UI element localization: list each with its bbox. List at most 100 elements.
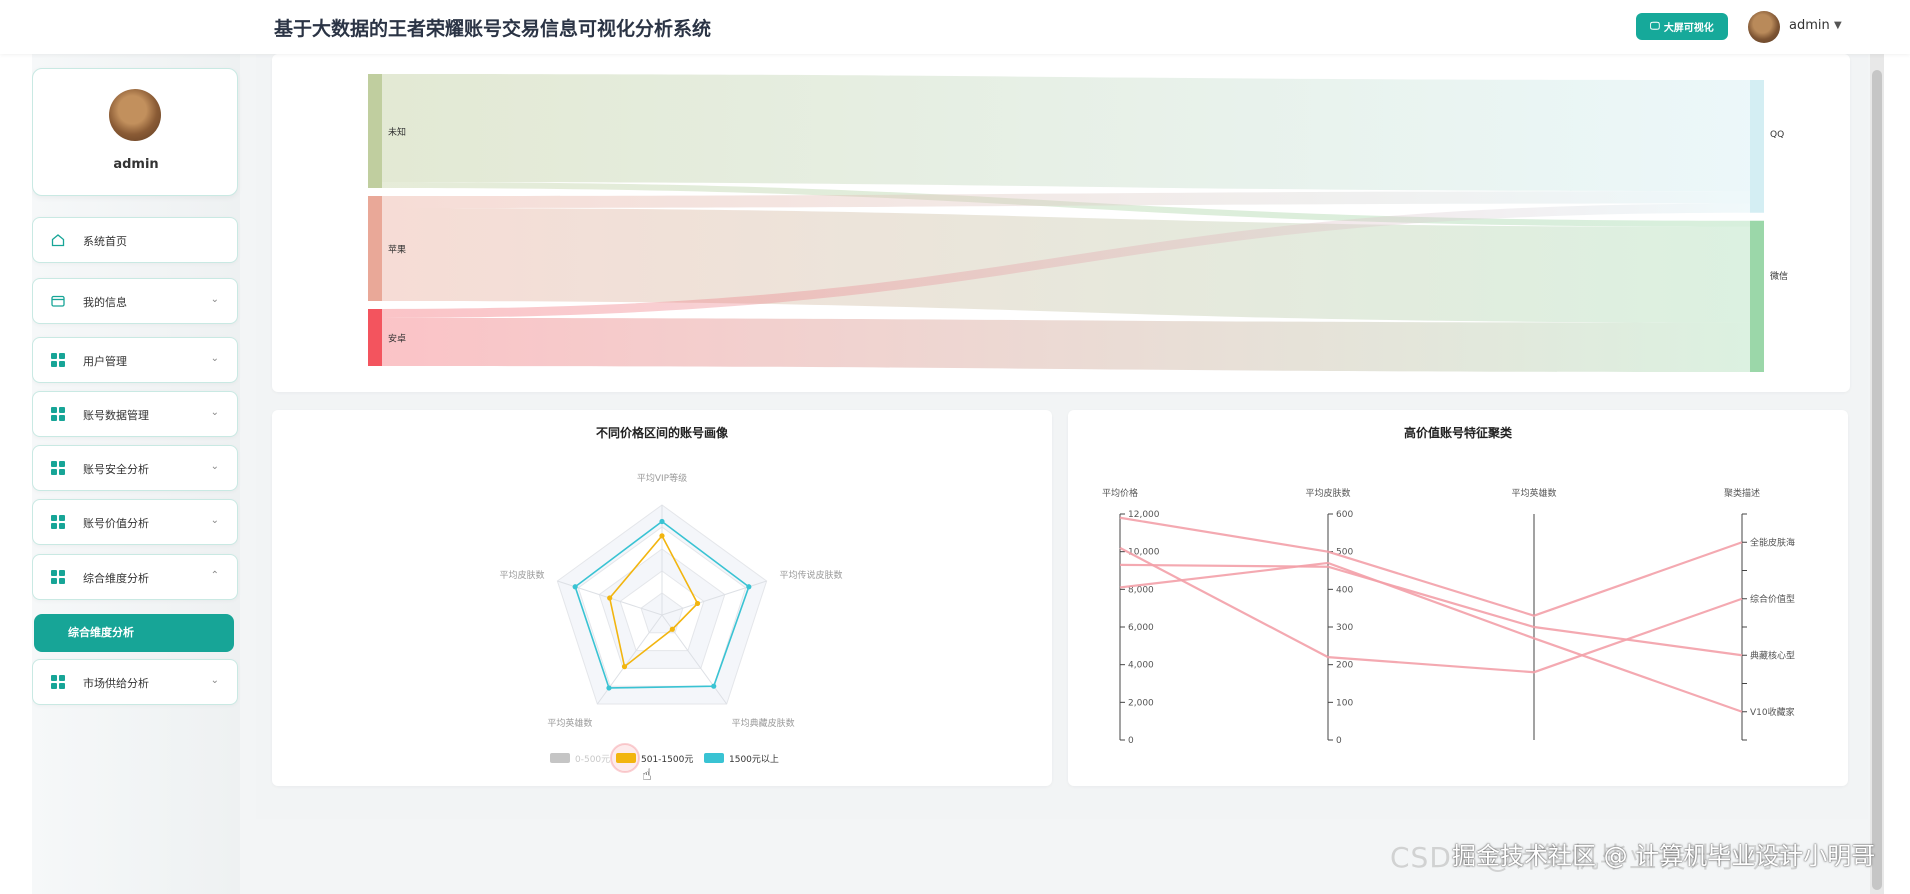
- sankey-node-label: 苹果: [388, 244, 406, 256]
- radar-chart: 平均VIP等级平均传说皮肤数平均典藏皮肤数 平均英雄数 平均皮肤数 0-500元 501…: [499, 472, 843, 784]
- radar-point: [746, 584, 752, 590]
- grid-icon: [51, 570, 65, 584]
- legend-label: 501-1500元: [641, 755, 693, 765]
- sankey-node-label: 未知: [388, 126, 406, 138]
- chevron-down-icon: ⌄: [210, 353, 219, 364]
- sidebar-item-label: 账号安全分析: [83, 463, 149, 476]
- radar-chart-title: 不同价格区间的账号画像: [595, 426, 728, 440]
- parallel-tick-label: 100: [1336, 698, 1353, 708]
- sankey-node-label: 安卓: [388, 333, 406, 345]
- sidebar-item-account-data[interactable]: 账号数据管理 ⌄: [32, 391, 238, 437]
- radar-indicator-label: 平均VIP等级: [637, 472, 687, 484]
- parallel-chart-card: 高价值账号特征聚类 平均价格 0 2,000 4,000 6,000 8,000 10,00…: [1068, 410, 1848, 786]
- chevron-down-icon: ⌄: [210, 294, 219, 305]
- parallel-chart: 平均价格02,0004,0006,0008,00010,00012,000平均皮…: [1102, 487, 1795, 746]
- sankey-link: [382, 191, 1750, 208]
- radar-point: [621, 664, 628, 670]
- card-icon: [51, 295, 65, 307]
- legend-swatch: [616, 753, 636, 763]
- profile-name: admin: [113, 157, 159, 172]
- grid-icon: [51, 407, 65, 421]
- profile-card: admin: [32, 68, 238, 196]
- radar-indicator-label: 平均传说皮肤数: [780, 569, 843, 581]
- bigscreen-label: 大屏可视化: [1663, 23, 1714, 34]
- grid-icon: [51, 515, 65, 529]
- scrollbar-thumb[interactable]: [1872, 70, 1882, 890]
- radar-point: [659, 533, 665, 539]
- header-username[interactable]: admin: [1789, 18, 1830, 33]
- chevron-down-icon: ⌄: [210, 515, 219, 526]
- sidebar-item-comprehensive[interactable]: 综合维度分析 ⌃: [32, 554, 238, 600]
- sidebar-item-label: 综合维度分析: [83, 572, 149, 585]
- avatar: [109, 89, 161, 141]
- sidebar-item-label: 系统首页: [83, 235, 127, 248]
- sidebar-item-label: 市场供给分析: [83, 677, 149, 690]
- parallel-line: [1119, 561, 1743, 713]
- home-icon: [51, 234, 65, 247]
- radar-indicator-label: 平均典藏皮肤数: [732, 717, 795, 729]
- parallel-axis-name: 平均皮肤数: [1305, 487, 1350, 499]
- radar-indicator-label: 平均皮肤数: [499, 569, 544, 581]
- radar-point: [659, 518, 665, 525]
- parallel-tick-label: 200: [1336, 661, 1353, 671]
- monitor-icon: 🖵: [1650, 21, 1660, 32]
- parallel-category-label: V10收藏家: [1750, 706, 1795, 718]
- legend-label: 1500元以上: [729, 754, 779, 765]
- parallel-tick-label: 6,000: [1128, 623, 1154, 633]
- legend-swatch: [550, 753, 570, 763]
- caret-down-icon[interactable]: ▼: [1834, 20, 1842, 31]
- submenu-item-comprehensive[interactable]: 综合维度分析: [34, 614, 234, 652]
- sankey-node: [368, 196, 382, 301]
- header-avatar[interactable]: [1748, 11, 1780, 43]
- parallel-category-label: 全能皮肤海: [1750, 536, 1795, 548]
- sankey-chart-card: 未知苹果安卓 QQ 微信: [272, 54, 1850, 392]
- chevron-down-icon: ⌄: [210, 675, 219, 686]
- vertical-scrollbar[interactable]: [1870, 54, 1884, 894]
- parallel-tick-label: 12,000: [1128, 510, 1160, 520]
- right-margin: [1884, 0, 1910, 894]
- parallel-line: [1119, 563, 1743, 657]
- chevron-down-icon: ⌄: [210, 461, 219, 472]
- parallel-category-label: 综合价值型: [1750, 593, 1795, 605]
- parallel-tick-label: 2,000: [1128, 698, 1154, 708]
- sankey-node-label: QQ: [1770, 130, 1784, 140]
- parallel-tick-label: 0: [1128, 736, 1134, 746]
- radar-point: [572, 584, 578, 590]
- parallel-tick-label: 400: [1336, 585, 1353, 595]
- top-header: 基于大数据的王者荣耀账号交易信息可视化分析系统 🖵 大屏可视化 admin ▼: [0, 0, 1910, 54]
- sidebar-item-home[interactable]: 系统首页: [32, 217, 238, 263]
- sankey-link: [382, 318, 1750, 372]
- sidebar-item-my-info[interactable]: 我的信息 ⌄: [32, 278, 238, 324]
- sidebar-item-user-mgmt[interactable]: 用户管理 ⌄: [32, 337, 238, 383]
- parallel-tick-label: 4,000: [1128, 661, 1154, 671]
- sidebar-item-label: 用户管理: [83, 355, 127, 368]
- sidebar-item-label: 我的信息: [83, 296, 127, 309]
- radar-point: [607, 595, 613, 601]
- sankey-chart: 未知苹果安卓 QQ 微信: [368, 74, 1788, 372]
- parallel-axis-name: 平均价格: [1102, 487, 1138, 499]
- radar-indicator-label: 平均英雄数: [547, 717, 592, 729]
- chevron-down-icon: ⌄: [210, 407, 219, 418]
- parallel-tick-label: 10,000: [1128, 548, 1160, 558]
- legend-swatch: [704, 753, 724, 763]
- sankey-links: [382, 74, 1750, 372]
- sankey-node: [368, 309, 382, 366]
- sidebar-item-market[interactable]: 市场供给分析 ⌄: [32, 659, 238, 705]
- sankey-node-label: 微信: [1770, 270, 1788, 282]
- parallel-tick-label: 0: [1336, 736, 1342, 746]
- page-title: 基于大数据的王者荣耀账号交易信息可视化分析系统: [274, 18, 712, 40]
- radar-point: [711, 683, 717, 689]
- sidebar-item-value[interactable]: 账号价值分析 ⌄: [32, 499, 238, 545]
- bigscreen-button[interactable]: 🖵 大屏可视化: [1636, 13, 1728, 40]
- sidebar-item-security[interactable]: 账号安全分析 ⌄: [32, 445, 238, 491]
- sidebar-item-label: 账号价值分析: [83, 517, 149, 530]
- radar-chart-card: 不同价格区间的账号画像 平均VIP等级平均传说皮肤数平均典藏皮肤数 平均英雄数 平均…: [272, 410, 1052, 786]
- parallel-chart-title: 高价值账号特征聚类: [1403, 426, 1512, 440]
- sankey-link: [382, 74, 1750, 192]
- pointer-cursor-icon: ☝: [642, 765, 652, 784]
- chevron-up-icon: ⌃: [210, 570, 219, 581]
- sankey-node: [1750, 80, 1764, 213]
- sankey-node: [368, 74, 382, 188]
- parallel-axis-name: 聚类描述: [1724, 487, 1760, 499]
- radar-point: [606, 685, 612, 691]
